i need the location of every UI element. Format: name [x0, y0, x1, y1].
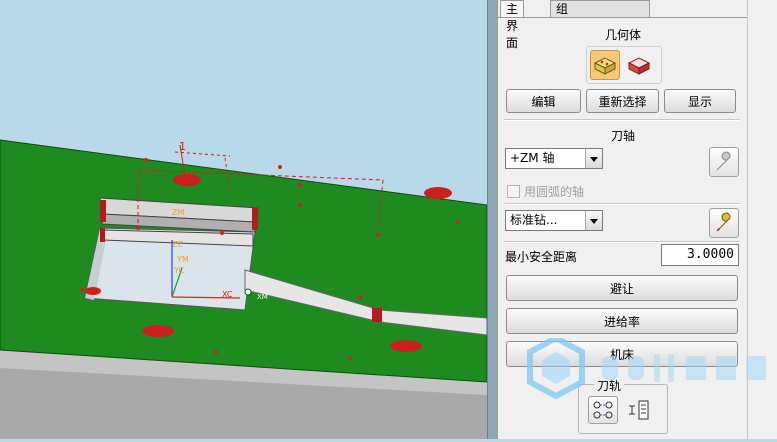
geometry-title: 几何体 — [604, 28, 641, 42]
generate-toolpath-icon[interactable] — [588, 396, 618, 424]
axis-label-zc: ZC — [172, 240, 183, 249]
min-clearance-label: 最小安全距离 — [505, 250, 578, 264]
axis-label-xm: XM — [257, 293, 268, 301]
cycle-type-value: 标准钻... — [510, 213, 558, 227]
cycle-type-select[interactable]: 标准钻... — [505, 210, 603, 231]
use-arc-axis-checkbox[interactable] — [507, 185, 520, 198]
tab-main[interactable]: 主界面 — [500, 0, 525, 50]
avoid-button[interactable]: 避让 — [506, 275, 738, 301]
feeds-button[interactable]: 进给率 — [506, 308, 738, 334]
feature-marker-label: 1 — [179, 140, 186, 153]
tab-group[interactable]: 组 — [550, 0, 650, 18]
chevron-down-icon[interactable] — [585, 211, 602, 230]
tool-axis-title: 刀轴 — [610, 129, 635, 143]
toolpath-title: 刀轨 — [594, 377, 625, 394]
min-clearance-input[interactable]: 3.0000 — [661, 244, 739, 266]
use-arc-axis-label: 用圆弧的轴 — [524, 185, 585, 199]
tool-axis-select[interactable]: +ZM 轴 — [505, 148, 603, 169]
axis-label-ym: YM — [176, 255, 189, 264]
model-view[interactable]: ZC YM YC XC ZM XM 1 — [0, 0, 487, 439]
edit-button[interactable]: 编辑 — [506, 89, 581, 113]
operation-dialog: 主界面 组 几何体 编辑 重新选择 显示 刀轴 +ZM 轴 用圆弧的轴 标准钻.… — [497, 0, 748, 439]
tool-axis-value: +ZM 轴 — [510, 151, 555, 165]
axis-label-xc: XC — [222, 290, 233, 299]
wrench-icon[interactable] — [709, 147, 739, 177]
list-toolpath-icon[interactable] — [624, 396, 654, 424]
machine-button[interactable]: 机床 — [506, 341, 738, 367]
reselect-button[interactable]: 重新选择 — [586, 89, 659, 113]
axis-label-zm: ZM — [172, 208, 184, 217]
chevron-down-icon[interactable] — [585, 149, 602, 168]
axis-label-yc: YC — [173, 266, 184, 275]
blank-geometry-icon[interactable] — [624, 50, 654, 80]
graphics-viewport[interactable]: ZC YM YC XC ZM XM 1 — [0, 0, 487, 439]
part-geometry-icon[interactable] — [590, 50, 620, 80]
right-resource-bar[interactable] — [747, 0, 777, 439]
display-button[interactable]: 显示 — [664, 89, 736, 113]
cycle-wrench-icon[interactable] — [709, 208, 739, 238]
